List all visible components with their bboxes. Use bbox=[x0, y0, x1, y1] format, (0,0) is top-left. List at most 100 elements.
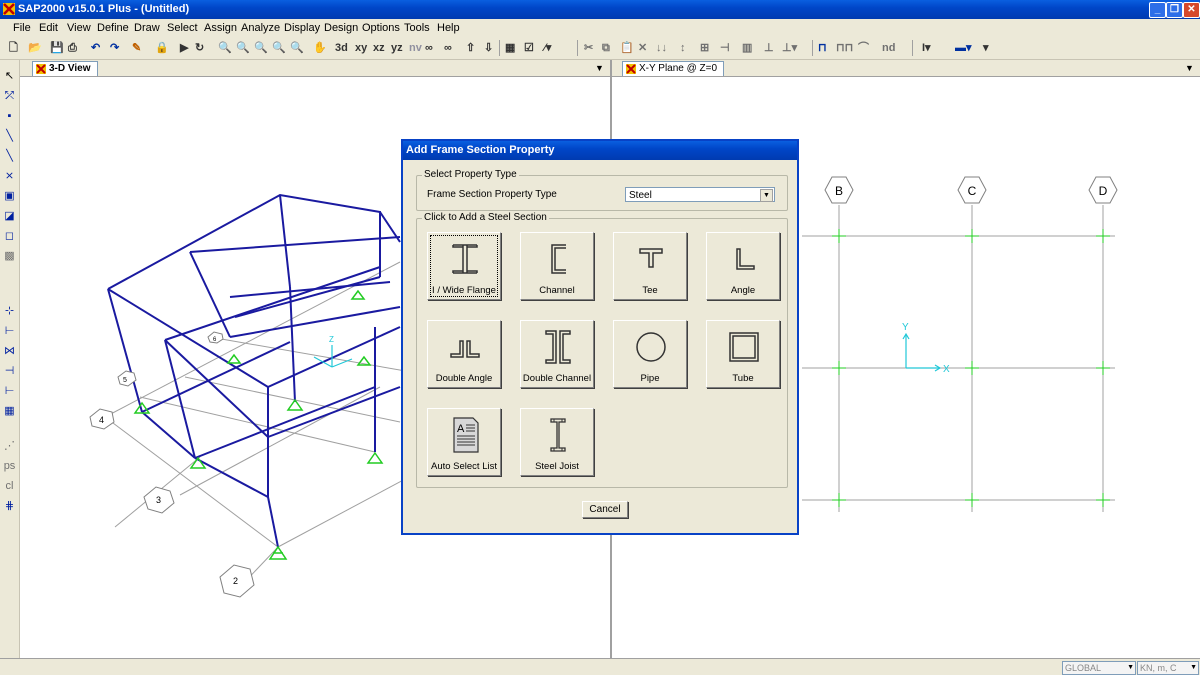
redo-icon[interactable]: ↷ bbox=[110, 40, 119, 56]
pointer-icon[interactable]: ↖ bbox=[3, 70, 16, 83]
menu-analyze[interactable]: Analyze bbox=[241, 22, 280, 34]
menu-draw[interactable]: Draw bbox=[134, 22, 160, 34]
3d-view-icon[interactable]: 3d bbox=[335, 40, 348, 56]
auto-select-list-button[interactable]: A Auto Select List bbox=[427, 408, 501, 476]
save-icon[interactable]: 💾 bbox=[50, 40, 64, 56]
sap2000-app-icon[interactable] bbox=[3, 3, 15, 15]
menu-help[interactable]: Help bbox=[437, 22, 460, 34]
steel-joist-button[interactable]: Steel Joist bbox=[520, 408, 594, 476]
close-button[interactable]: ✕ bbox=[1183, 2, 1200, 18]
draw-frame-dropdown-icon[interactable]: ⁄▾ bbox=[544, 40, 551, 56]
draw-frame-icon[interactable]: ╲ bbox=[3, 130, 16, 143]
menu-edit[interactable]: Edit bbox=[39, 22, 58, 34]
xz-view-button[interactable]: xz bbox=[373, 40, 385, 56]
draw-poly-area-icon[interactable]: ◪ bbox=[3, 210, 16, 223]
nv-view-button[interactable]: nv bbox=[409, 40, 422, 56]
section-icon[interactable]: ▥ bbox=[742, 40, 752, 56]
units-select[interactable]: KN, m, C ▼ bbox=[1137, 661, 1199, 675]
frame-loads-icon[interactable]: ↕ bbox=[680, 40, 686, 56]
i-section-dropdown-icon[interactable]: I▾ bbox=[922, 40, 931, 56]
release-icon[interactable]: ⊣ bbox=[720, 40, 730, 56]
tee-button[interactable]: Tee bbox=[613, 232, 687, 300]
draw-rect-area-icon[interactable]: ◻ bbox=[3, 230, 16, 243]
menu-design[interactable]: Design bbox=[324, 22, 358, 34]
draw-solid-icon[interactable]: ▩ bbox=[3, 250, 16, 263]
menu-assign[interactable]: Assign bbox=[204, 22, 237, 34]
xy-view-button[interactable]: xy bbox=[355, 40, 367, 56]
grid-snap-icon[interactable]: ⋕ bbox=[3, 500, 16, 513]
cl-snap-icon[interactable]: cl bbox=[3, 480, 16, 493]
pipe-button[interactable]: Pipe bbox=[613, 320, 687, 388]
menu-tools[interactable]: Tools bbox=[404, 22, 430, 34]
property-type-select[interactable]: Steel ▼ bbox=[625, 187, 775, 202]
zoom-window-icon[interactable]: 🔍 bbox=[218, 40, 232, 56]
clear-selection-icon[interactable]: ⋈ bbox=[3, 345, 16, 358]
double-angle-button[interactable]: Double Angle bbox=[427, 320, 501, 388]
toggle-view-icon[interactable]: ∞ bbox=[444, 40, 452, 56]
tab-3d-view[interactable]: 3-D View bbox=[32, 61, 98, 76]
quick-draw-frame-icon[interactable]: ╲ bbox=[3, 150, 16, 163]
toolbar-overflow-icon[interactable]: ▾ bbox=[983, 40, 989, 56]
cancel-button[interactable]: Cancel bbox=[582, 501, 628, 518]
joint-loads-icon[interactable]: ↓↓ bbox=[656, 40, 667, 56]
undo-icon[interactable]: ↶ bbox=[91, 40, 100, 56]
menu-view[interactable]: View bbox=[67, 22, 91, 34]
set-display-options-icon[interactable]: ▦ bbox=[505, 40, 515, 56]
move-down-icon[interactable]: ⇩ bbox=[484, 40, 493, 56]
channel-button[interactable]: Channel bbox=[520, 232, 594, 300]
chevron-down-icon[interactable]: ▼ bbox=[760, 189, 773, 202]
tab-xy-plane[interactable]: X-Y Plane @ Z=0 bbox=[622, 61, 725, 76]
yz-view-button[interactable]: yz bbox=[391, 40, 403, 56]
zoom-previous-icon[interactable]: 🔍 bbox=[290, 40, 304, 56]
pan-hand-icon[interactable]: ✋ bbox=[313, 40, 327, 56]
new-file-icon[interactable]: 🗋 bbox=[9, 40, 18, 56]
chevron-down-icon[interactable]: ▼ bbox=[1190, 662, 1197, 674]
menu-options[interactable]: Options bbox=[362, 22, 400, 34]
coord-system-select[interactable]: GLOBAL ▼ bbox=[1062, 661, 1136, 675]
menu-file[interactable]: File bbox=[13, 22, 31, 34]
menu-select[interactable]: Select bbox=[167, 22, 198, 34]
rotate-icon[interactable]: ↻ bbox=[195, 40, 204, 56]
open-file-icon[interactable]: 📂 bbox=[28, 40, 42, 56]
i-wide-flange-button[interactable]: I / Wide Flange bbox=[427, 232, 501, 300]
nd-button[interactable]: nd bbox=[882, 40, 895, 56]
zoom-in-icon[interactable]: 🔍 bbox=[236, 40, 250, 56]
angle-button[interactable]: Angle bbox=[706, 232, 780, 300]
delete-icon[interactable]: ✕ bbox=[638, 40, 647, 56]
paste-icon[interactable]: 📋 bbox=[620, 40, 634, 56]
draw-brace-icon[interactable]: ⨯ bbox=[3, 170, 16, 183]
show-forces-icon[interactable]: ⊥▾ bbox=[782, 40, 797, 56]
chevron-down-icon[interactable]: ▼ bbox=[1127, 662, 1134, 674]
restraint-icon[interactable]: ⊞ bbox=[700, 40, 709, 56]
chevron-down-icon[interactable]: ▼ bbox=[1185, 63, 1194, 73]
menu-display[interactable]: Display bbox=[284, 22, 320, 34]
snap-points-icon[interactable]: ⊢ bbox=[3, 385, 16, 398]
chevron-down-icon[interactable]: ▼ bbox=[595, 63, 604, 73]
pencil-icon[interactable]: ✎ bbox=[132, 40, 141, 56]
design-cable-icon[interactable]: ⌒ bbox=[858, 40, 869, 56]
all-snap-icon[interactable]: ⋰ bbox=[3, 440, 16, 453]
move-up-icon[interactable]: ⇧ bbox=[466, 40, 475, 56]
lock-icon[interactable]: 🔒 bbox=[155, 40, 169, 56]
ps-snap-icon[interactable]: ps bbox=[3, 460, 16, 473]
check-icon[interactable]: ☑ bbox=[524, 40, 534, 56]
reshape-icon[interactable]: ⤱ bbox=[3, 90, 16, 103]
zoom-out-icon[interactable]: 🔍 bbox=[254, 40, 268, 56]
double-channel-button[interactable]: Double Channel bbox=[520, 320, 594, 388]
copy-icon[interactable]: ⧉ bbox=[602, 40, 610, 56]
show-deformed-icon[interactable]: ⊥ bbox=[764, 40, 774, 56]
run-analysis-icon[interactable]: ▶ bbox=[180, 40, 188, 56]
tube-button[interactable]: Tube bbox=[706, 320, 780, 388]
intersecting-line-icon[interactable]: ⊣ bbox=[3, 365, 16, 378]
draw-secondary-beam-icon[interactable]: ▣ bbox=[3, 190, 16, 203]
minimize-button[interactable]: _ bbox=[1149, 2, 1166, 18]
restore-button[interactable]: ❐ bbox=[1166, 2, 1183, 18]
select-all-icon[interactable]: ⊹ bbox=[3, 305, 16, 318]
print-icon[interactable]: ⎙ bbox=[68, 40, 77, 56]
design-frame-icon[interactable]: ⊓ bbox=[818, 40, 827, 56]
get-previous-selection-icon[interactable]: ⊢ bbox=[3, 325, 16, 338]
menu-define[interactable]: Define bbox=[97, 22, 129, 34]
display-dropdown-icon[interactable]: ▬▾ bbox=[955, 40, 972, 56]
zoom-full-icon[interactable]: 🔍 bbox=[272, 40, 286, 56]
draw-joint-icon[interactable]: ▪ bbox=[3, 110, 16, 123]
